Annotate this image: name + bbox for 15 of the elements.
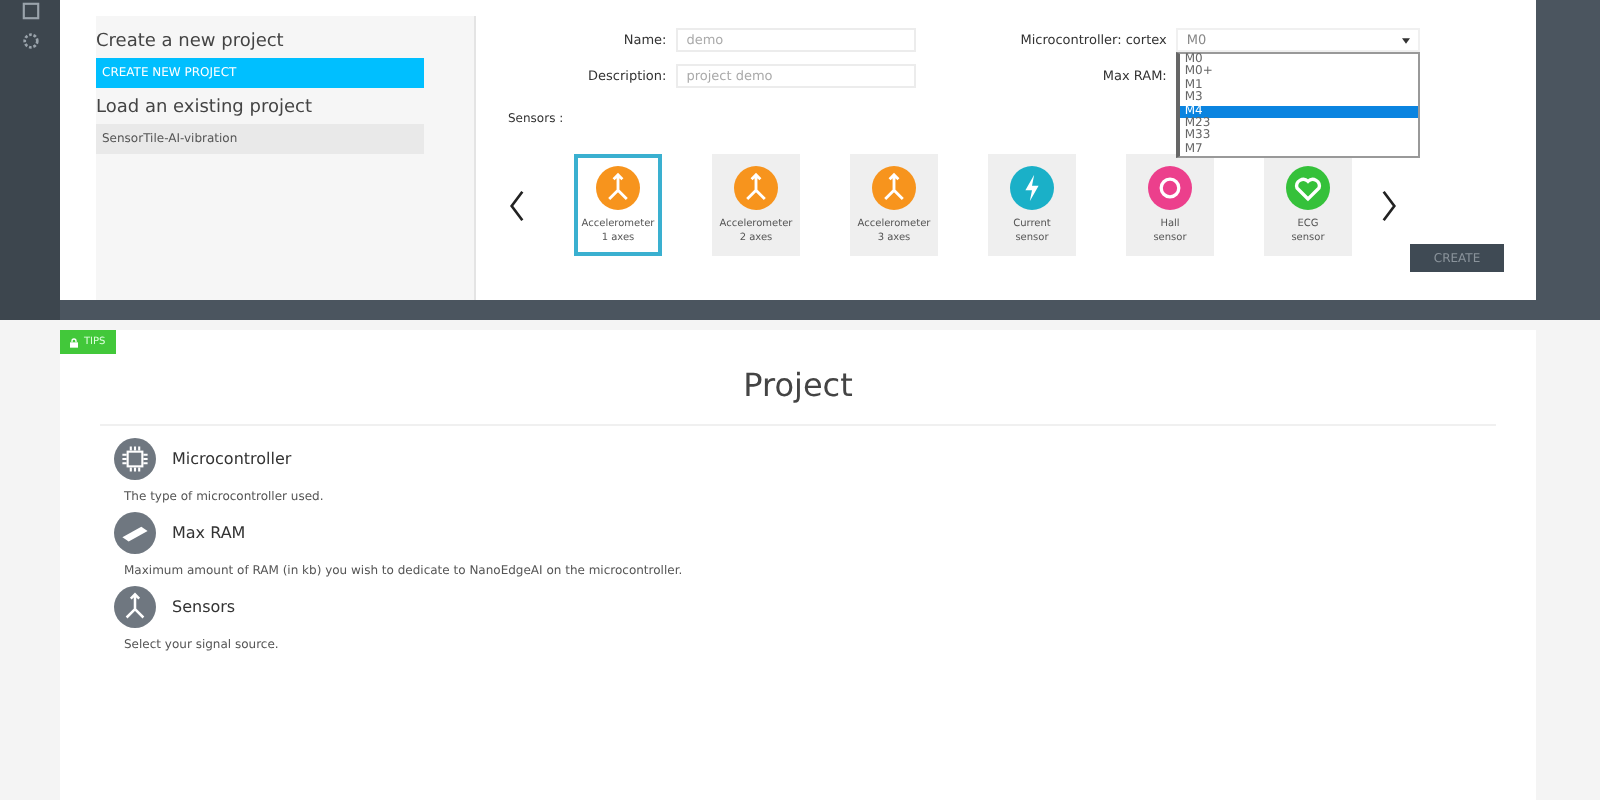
tip-title: Sensors — [172, 598, 236, 616]
chip-icon — [114, 438, 156, 480]
section-heading: Create a new project — [96, 32, 286, 52]
settings-icon[interactable] — [21, 32, 39, 50]
memory-stick-icon — [114, 512, 156, 554]
caret-icon — [1402, 37, 1411, 43]
lock-icon — [70, 337, 78, 347]
grid-icon[interactable] — [21, 2, 39, 20]
previous-icon[interactable] — [508, 189, 526, 221]
section-heading: Load an existing project — [96, 98, 314, 118]
tips-title: Project — [741, 366, 855, 404]
tip-title: Max RAM — [172, 524, 246, 542]
axes-icon — [114, 586, 156, 628]
next-icon[interactable] — [1380, 189, 1398, 221]
tip-title: Microcontroller — [172, 450, 292, 468]
